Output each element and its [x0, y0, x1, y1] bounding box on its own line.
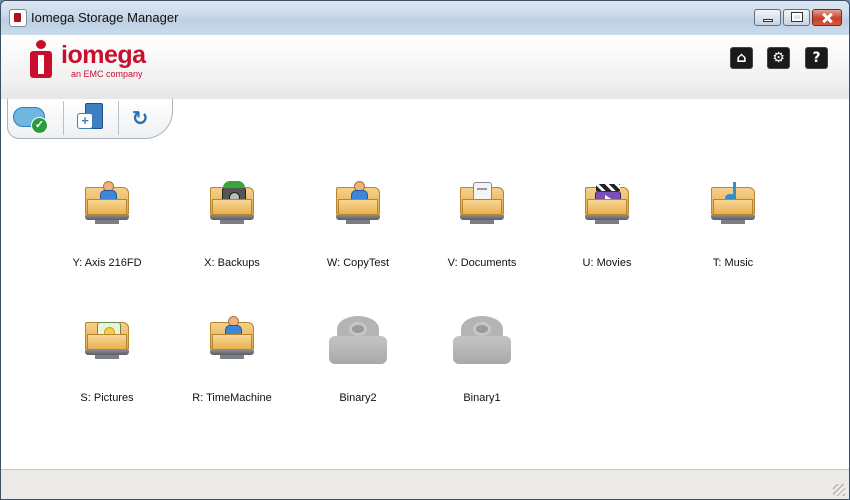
- backup-folder-icon: [208, 181, 256, 225]
- drive-item[interactable]: Binary2: [298, 316, 418, 426]
- drive-label: V: Documents: [447, 257, 517, 269]
- add-device-icon[interactable]: +: [77, 103, 103, 131]
- title-bar[interactable]: Iomega Storage Manager: [1, 1, 849, 35]
- drive-item[interactable]: U: Movies: [547, 181, 667, 291]
- gear-icon: ⚙: [772, 50, 785, 66]
- picture-folder-icon: [83, 316, 131, 360]
- disk-icon: [453, 316, 511, 364]
- drive-item[interactable]: S: Pictures: [47, 316, 167, 426]
- window-title: Iomega Storage Manager: [31, 10, 179, 25]
- close-button[interactable]: [812, 9, 842, 26]
- drive-label: X: Backups: [204, 257, 260, 269]
- person-folder-icon: [208, 316, 256, 360]
- drive-item[interactable]: Y: Axis 216FD: [47, 181, 167, 291]
- cloud-check-icon[interactable]: ✓: [13, 103, 48, 134]
- drive-label: Binary2: [339, 392, 377, 404]
- minimize-button[interactable]: [754, 9, 781, 26]
- drive-item[interactable]: V: Documents: [422, 181, 542, 291]
- iomega-logo-icon: [27, 40, 55, 80]
- drive-item[interactable]: T: Music: [673, 181, 793, 291]
- toolbar-divider: [63, 101, 64, 135]
- status-bar: [1, 469, 849, 499]
- movie-folder-icon: [583, 181, 631, 225]
- drive-label: Y: Axis 216FD: [72, 257, 142, 269]
- person-folder-icon: [83, 181, 131, 225]
- drive-item[interactable]: X: Backups: [172, 181, 292, 291]
- app-icon: [9, 9, 27, 27]
- toolbar-divider: [118, 101, 119, 135]
- resize-grip-icon[interactable]: [833, 484, 845, 496]
- drive-item[interactable]: Binary1: [422, 316, 542, 426]
- toolbar: ✓ + ↻: [1, 99, 849, 143]
- drive-item[interactable]: W: CopyTest: [298, 181, 418, 291]
- app-window: Iomega Storage Manager iomega an EMC com…: [0, 0, 850, 500]
- home-button[interactable]: ⌂: [730, 47, 753, 69]
- drive-label: U: Movies: [582, 257, 632, 269]
- disk-icon: [329, 316, 387, 364]
- drive-item[interactable]: R: TimeMachine: [172, 316, 292, 426]
- drive-label: W: CopyTest: [326, 257, 390, 269]
- home-icon: ⌂: [736, 50, 747, 66]
- drive-label: R: TimeMachine: [192, 392, 272, 404]
- app-header: iomega an EMC company ⌂ ⚙ ?: [1, 35, 849, 99]
- document-folder-icon: [458, 181, 506, 225]
- drive-label: S: Pictures: [80, 392, 134, 404]
- logo-text: iomega: [61, 41, 146, 69]
- drive-grid: Y: Axis 216FD X: Backups W: CopyTest V: …: [1, 143, 849, 469]
- refresh-icon[interactable]: ↻: [129, 107, 151, 129]
- music-folder-icon: [709, 181, 757, 225]
- person-folder-icon: [334, 181, 382, 225]
- help-button[interactable]: ?: [805, 47, 828, 69]
- logo-subtitle: an EMC company: [71, 69, 143, 79]
- help-icon: ?: [812, 50, 821, 66]
- drive-label: Binary1: [463, 392, 501, 404]
- drive-label: T: Music: [712, 257, 754, 269]
- settings-button[interactable]: ⚙: [767, 47, 790, 69]
- maximize-button[interactable]: [783, 9, 810, 26]
